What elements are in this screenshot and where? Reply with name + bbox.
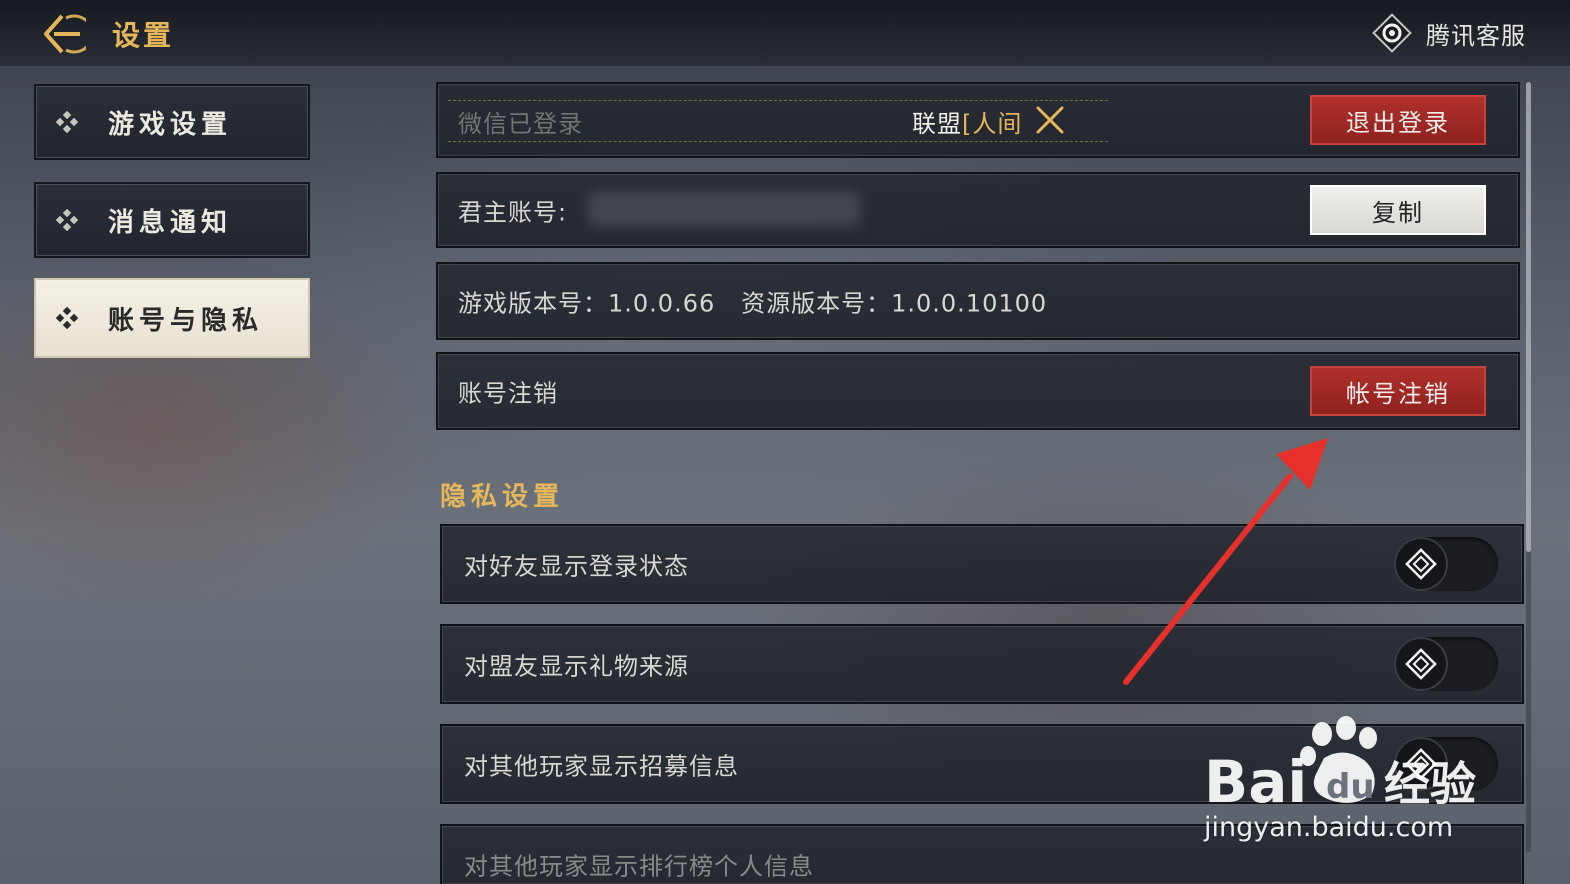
- diamond-knob-icon: [1405, 548, 1437, 580]
- toggle-knob: [1396, 539, 1446, 589]
- version-text: 游戏版本号：1.0.0.66 资源版本号：1.0.0.10100: [458, 289, 1048, 318]
- baidu-watermark-logo: Bai du 经验: [1204, 716, 1476, 810]
- privacy-row: 对好友显示登录状态: [440, 524, 1524, 604]
- customer-service-label: 腾讯客服: [1426, 21, 1526, 50]
- privacy-row-label: 对其他玩家显示排行榜个人信息: [464, 852, 814, 881]
- svg-text:经验: 经验: [1384, 757, 1476, 810]
- sidebar-item-notifications[interactable]: 消息通知: [34, 182, 310, 258]
- privacy-section-title: 隐私设置: [440, 482, 565, 512]
- sidebar-item-account-privacy[interactable]: 账号与隐私: [34, 278, 310, 358]
- sidebar-item-label: 消息通知: [108, 207, 233, 238]
- lord-account-id-blurred: [588, 192, 860, 226]
- svg-text:du: du: [1326, 767, 1375, 807]
- diamond-icon: [56, 209, 78, 231]
- show-gift-source-toggle[interactable]: [1394, 637, 1498, 691]
- sidebar-item-game-settings[interactable]: 游戏设置: [34, 84, 310, 160]
- account-cancel-button[interactable]: 帐号注销: [1310, 366, 1486, 416]
- lord-account-label: 君主账号:: [458, 198, 568, 227]
- customer-service-icon: [1372, 13, 1412, 53]
- top-bar: 设置 腾讯客服: [0, 0, 1570, 66]
- wechat-status-text: 微信已登录: [458, 110, 583, 138]
- watermark-url: jingyan.baidu.com: [1204, 812, 1454, 843]
- svg-text:Bai: Bai: [1204, 748, 1307, 810]
- version-row: 游戏版本号：1.0.0.66 资源版本号：1.0.0.10100: [436, 262, 1520, 340]
- show-login-status-toggle[interactable]: [1394, 537, 1498, 591]
- back-arrow-icon: [44, 14, 94, 54]
- alliance-tag: [人间: [962, 110, 1023, 138]
- diamond-icon: [56, 307, 78, 329]
- sidebar-item-label: 账号与隐私: [108, 305, 264, 336]
- privacy-row-label: 对其他玩家显示招募信息: [464, 752, 739, 781]
- privacy-row-label: 对好友显示登录状态: [464, 552, 689, 581]
- diamond-knob-icon: [1405, 648, 1437, 680]
- account-cancel-label: 账号注销: [458, 379, 558, 408]
- privacy-row: 对盟友显示礼物来源: [440, 624, 1524, 704]
- crossed-swords-icon: [1036, 106, 1064, 134]
- customer-service-button[interactable]: 腾讯客服: [1372, 10, 1526, 56]
- back-button[interactable]: [40, 12, 94, 56]
- privacy-row-label: 对盟友显示礼物来源: [464, 652, 689, 681]
- alliance-name: 联盟[人间: [912, 104, 1022, 139]
- alliance-prefix: 联盟: [912, 110, 962, 138]
- copy-button[interactable]: 复制: [1310, 185, 1486, 235]
- logout-button[interactable]: 退出登录: [1310, 95, 1486, 145]
- toggle-knob: [1396, 639, 1446, 689]
- sidebar-item-label: 游戏设置: [108, 109, 233, 140]
- scrollbar-thumb[interactable]: [1526, 82, 1531, 552]
- page-title: 设置: [112, 19, 175, 52]
- diamond-icon: [56, 111, 78, 133]
